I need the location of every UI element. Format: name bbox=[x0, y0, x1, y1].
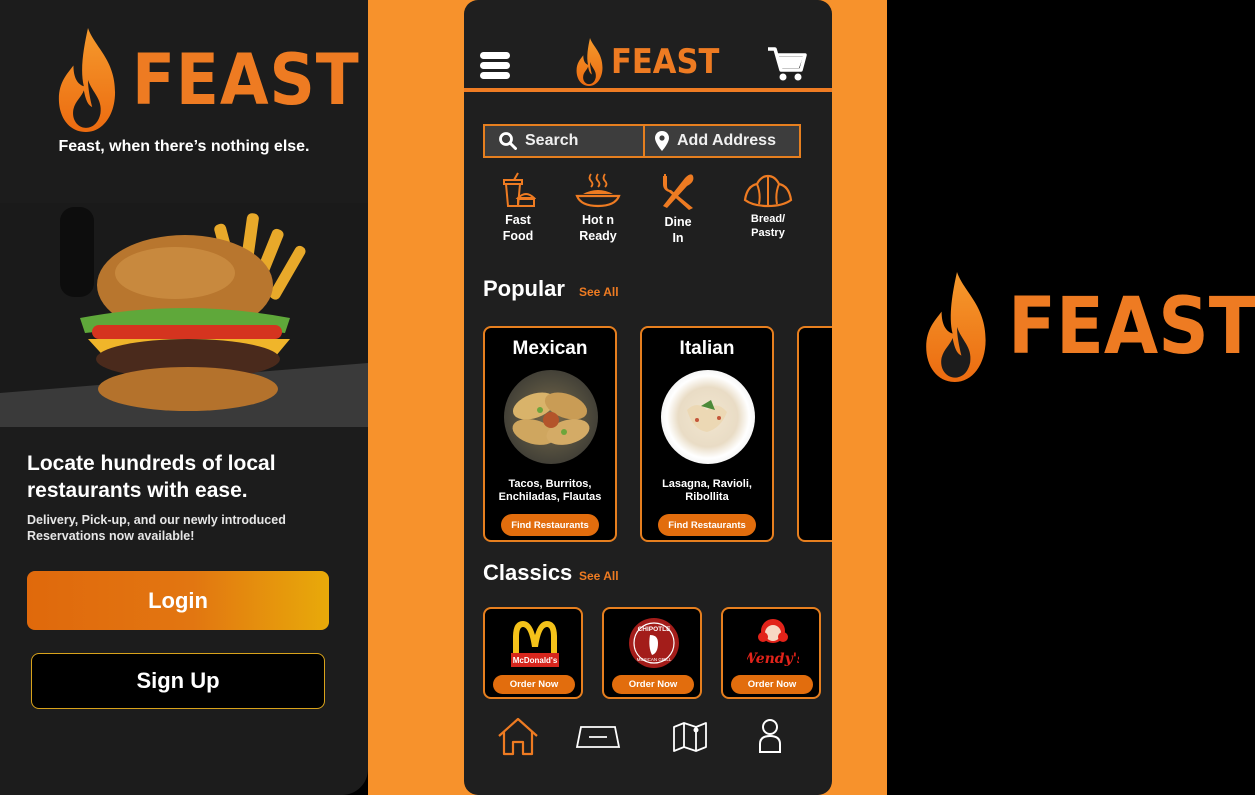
tab-tickets[interactable] bbox=[574, 712, 622, 760]
fork-knife-icon bbox=[663, 174, 694, 210]
flame-icon bbox=[56, 28, 120, 132]
onboarding-subtext: Delivery, Pick-up, and our newly introdu… bbox=[27, 513, 286, 543]
croissant-icon bbox=[743, 174, 793, 208]
pasta-image bbox=[661, 370, 755, 464]
brand-tagline: Feast, when there’s nothing else. bbox=[58, 138, 310, 155]
category-label: Dine In bbox=[664, 215, 692, 245]
chipotle-logo-subtext: MEXICAN GRILL bbox=[637, 657, 672, 662]
chipotle-logo: CHIPOTLE MEXICAN GRILL bbox=[628, 617, 680, 669]
classic-card-wendys[interactable]: Wendy's Order Now bbox=[721, 607, 821, 699]
brand-wordmark: FEAST bbox=[132, 39, 360, 121]
mcdonalds-logo-text: McDonald's bbox=[513, 656, 558, 665]
popular-see-all-link[interactable]: See All bbox=[579, 285, 619, 299]
find-restaurants-button[interactable]: Find Restaurants bbox=[658, 514, 756, 536]
flame-icon bbox=[575, 38, 605, 86]
category-row: Fast Food Hot n Ready Dine In Bread/ Pas… bbox=[483, 172, 813, 252]
ticket-icon bbox=[575, 726, 621, 748]
sign-up-button[interactable]: Sign Up bbox=[31, 653, 325, 709]
home-screen: FEAST Search Add Address Fast Food Hot n… bbox=[464, 0, 832, 795]
splash-wordmark: FEAST bbox=[1008, 282, 1255, 372]
splash-logo: FEAST bbox=[924, 270, 1255, 384]
hot-dish-icon bbox=[575, 173, 621, 208]
tab-home[interactable] bbox=[494, 712, 542, 760]
home-icon bbox=[498, 717, 538, 756]
fast-food-icon bbox=[503, 172, 536, 207]
order-now-button[interactable]: Order Now bbox=[612, 675, 694, 694]
hamburger-menu-icon[interactable] bbox=[480, 50, 510, 82]
flame-icon bbox=[924, 270, 990, 384]
shopping-cart-icon[interactable] bbox=[767, 46, 807, 82]
tacos-image bbox=[504, 370, 598, 464]
category-label: Bread/ Pastry bbox=[750, 213, 786, 239]
classics-heading: Classics bbox=[483, 560, 573, 585]
popular-heading: Popular bbox=[483, 276, 565, 301]
category-label: Fast Food bbox=[502, 213, 534, 243]
header-divider bbox=[464, 88, 832, 92]
classic-card-chipotle[interactable]: CHIPOTLE MEXICAN GRILL Order Now bbox=[602, 607, 702, 699]
category-dine-in[interactable]: Dine In bbox=[643, 172, 713, 246]
card-title: Mexican bbox=[512, 338, 588, 359]
category-bread-pastry[interactable]: Bread/ Pastry bbox=[733, 172, 803, 240]
order-now-button[interactable]: Order Now bbox=[731, 675, 813, 694]
wendys-logo-text: Wendy's bbox=[747, 651, 799, 667]
burger-hero-image bbox=[0, 203, 368, 427]
tab-profile[interactable] bbox=[746, 712, 794, 760]
address-placeholder: Add Address bbox=[677, 132, 776, 149]
mcdonalds-logo: McDonald's bbox=[509, 617, 561, 669]
find-restaurants-button[interactable]: Find Restaurants bbox=[501, 514, 599, 536]
classic-card-mcdonalds[interactable]: McDonald's Order Now bbox=[483, 607, 583, 699]
header-logo: FEAST bbox=[575, 38, 731, 86]
search-input[interactable]: Search bbox=[485, 126, 645, 156]
header-wordmark: FEAST bbox=[611, 42, 720, 82]
bottom-tab-bar bbox=[464, 712, 832, 772]
login-button[interactable]: Login bbox=[27, 571, 329, 630]
chipotle-logo-text: CHIPOTLE bbox=[638, 626, 672, 633]
map-icon bbox=[673, 722, 707, 752]
classics-see-all-link[interactable]: See All bbox=[579, 569, 619, 583]
search-placeholder: Search bbox=[525, 132, 579, 149]
category-label: Hot n Ready bbox=[579, 213, 617, 243]
search-address-bar: Search Add Address bbox=[483, 124, 801, 158]
category-hot-n-ready[interactable]: Hot n Ready bbox=[563, 172, 633, 244]
onboarding-headline: Locate hundreds of local restaurants wit… bbox=[27, 452, 276, 502]
search-icon bbox=[499, 132, 517, 150]
black-backdrop bbox=[887, 0, 1255, 795]
popular-card-italian[interactable]: Italian Lasagna, Ravioli, Ribollita Find… bbox=[640, 326, 774, 542]
category-fast-food[interactable]: Fast Food bbox=[483, 172, 553, 244]
onboarding-screen: FEAST Feast, when there’s nothing else. … bbox=[0, 0, 368, 795]
location-pin-icon bbox=[655, 131, 669, 151]
wendys-logo: Wendy's bbox=[741, 617, 805, 669]
address-input[interactable]: Add Address bbox=[645, 126, 799, 156]
card-title: Italian bbox=[679, 338, 735, 359]
brand-logo: FEAST bbox=[56, 28, 368, 132]
popular-card-partial[interactable] bbox=[797, 326, 832, 542]
card-description: Tacos, Burritos, Enchiladas, Flautas bbox=[498, 478, 602, 503]
tab-map[interactable] bbox=[666, 712, 714, 760]
order-now-button[interactable]: Order Now bbox=[493, 675, 575, 694]
card-description: Lasagna, Ravioli, Ribollita bbox=[662, 478, 752, 503]
popular-card-mexican[interactable]: Mexican Tacos, Burritos, Enchiladas, Fla… bbox=[483, 326, 617, 542]
profile-icon bbox=[759, 719, 781, 753]
